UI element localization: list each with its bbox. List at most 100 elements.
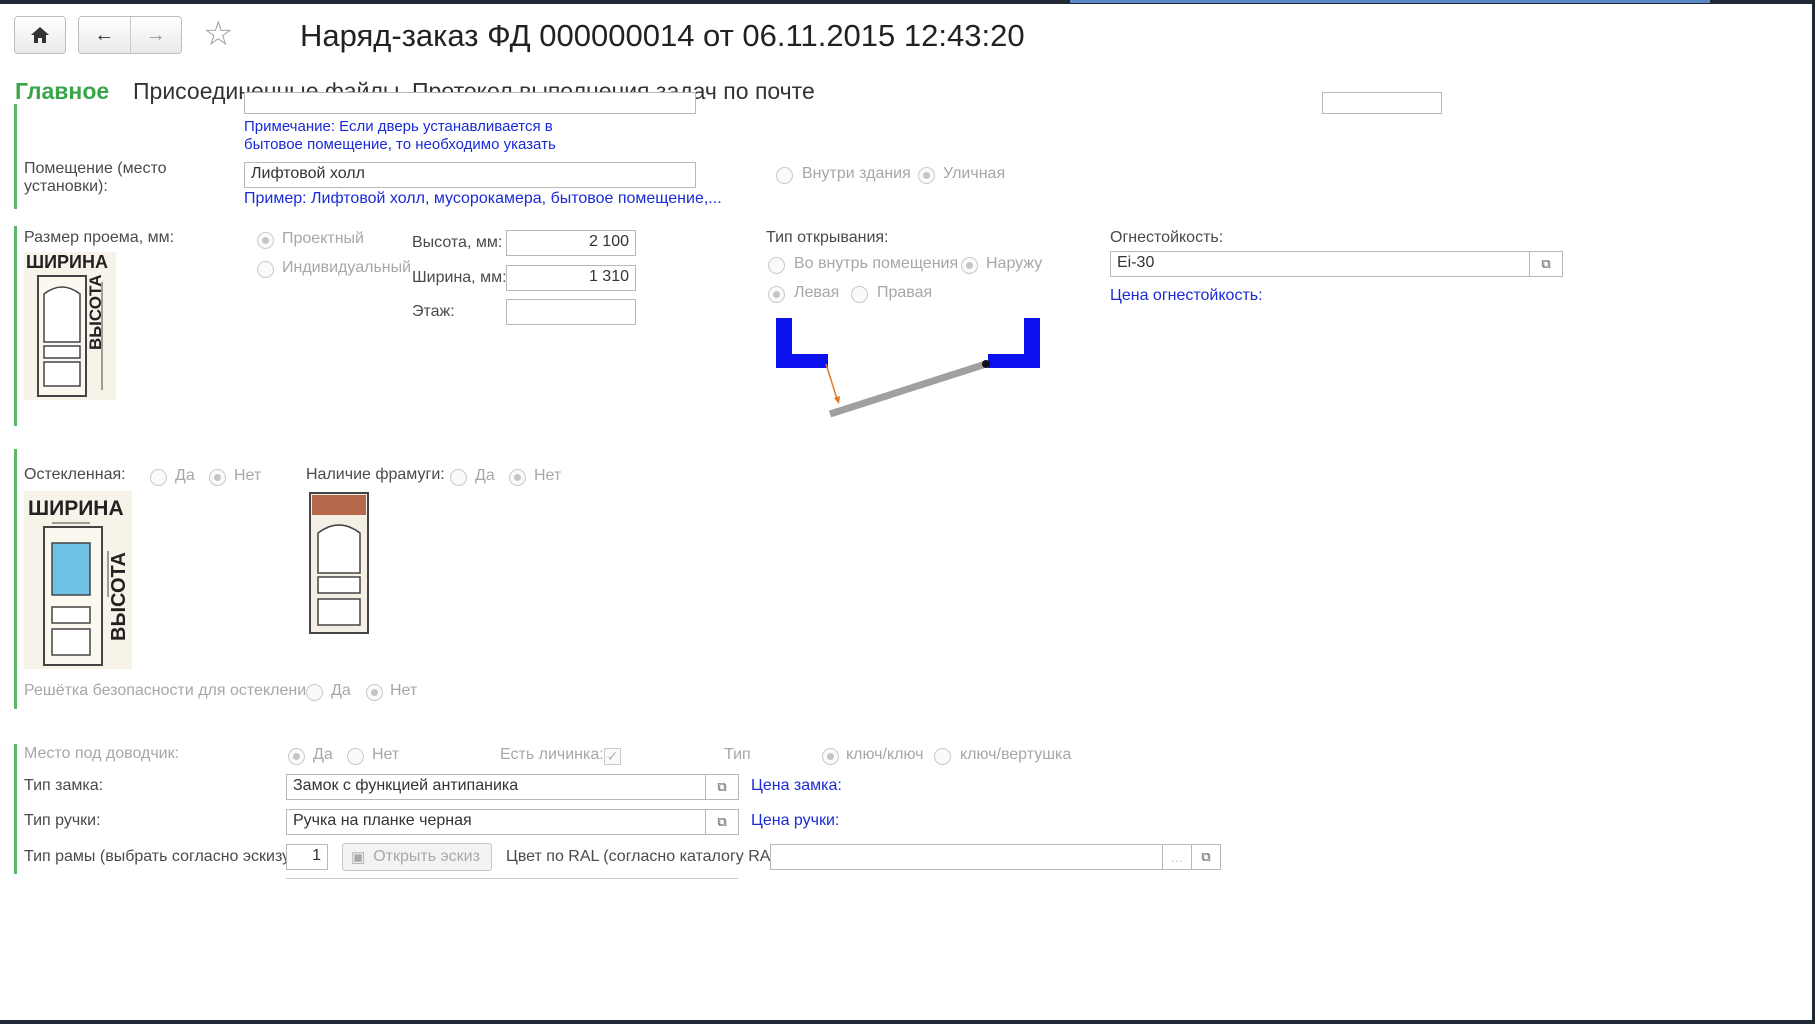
radio-closer-no[interactable]: [347, 748, 364, 765]
tab-main[interactable]: Главное: [15, 78, 109, 105]
section-bar-room: [14, 104, 17, 209]
radio-closer-yes-label: Да: [313, 746, 333, 763]
handle-type-open-button[interactable]: ⧉: [705, 809, 739, 835]
radio-street[interactable]: [918, 167, 935, 184]
radio-inward-label: Во внутрь помещения: [794, 255, 959, 272]
window-accent-line: [1070, 0, 1710, 3]
form-window: ← → ☆ Наряд-заказ ФД 000000014 от 06.11.…: [0, 4, 1812, 1020]
lock-type-open-button[interactable]: ⧉: [705, 774, 739, 800]
radio-right-hand-label: Правая: [877, 284, 933, 301]
ral-color-dropdown-button[interactable]: …: [1162, 844, 1192, 870]
radio-grille-no[interactable]: [366, 684, 383, 701]
radio-left-hand-label: Левая: [794, 284, 840, 301]
opening-size-label: Размер проема, мм:: [24, 229, 175, 246]
lock-type-input[interactable]: Замок с функцией антипаника: [286, 774, 706, 800]
radio-grille-yes[interactable]: [306, 684, 323, 701]
radio-inside-building[interactable]: [776, 167, 793, 184]
handle-price-link[interactable]: Цена ручки:: [751, 812, 839, 830]
opening-sketch-width-label: ШИРИНА: [26, 252, 108, 272]
handle-type-label: Тип ручки:: [24, 812, 101, 829]
radio-outward[interactable]: [961, 257, 978, 274]
open-form-icon: ⧉: [1201, 849, 1211, 864]
radio-design-size-label: Проектный: [282, 230, 364, 247]
radio-glazing-yes-label: Да: [175, 467, 195, 484]
lock-key-type-label: Тип: [724, 746, 751, 763]
favorite-star-icon[interactable]: ☆: [203, 14, 233, 54]
open-form-icon: ⧉: [1541, 256, 1551, 271]
transom-label: Наличие фрамуги:: [306, 466, 445, 483]
radio-key-key-label: ключ/ключ: [846, 746, 924, 763]
room-label-line-1: Помещение (место: [24, 160, 167, 177]
opening-sketch-height-label: ВЫСОТА: [86, 274, 105, 350]
home-icon: [31, 27, 49, 43]
checkmark-icon: ✓: [606, 748, 619, 764]
closer-label: Место под доводчик:: [24, 745, 180, 762]
radio-grille-no-label: Нет: [390, 682, 418, 699]
width-input[interactable]: 1 310: [506, 265, 636, 291]
radio-key-turn-label: ключ/вертушка: [960, 746, 1072, 763]
radio-transom-no[interactable]: [509, 469, 526, 486]
home-button[interactable]: [14, 16, 66, 54]
window-title: Наряд-заказ ФД 000000014 от 06.11.2015 1…: [300, 18, 1025, 53]
ral-color-open-button[interactable]: ⧉: [1191, 844, 1221, 870]
grille-label: Решётка безопасности для остекления:: [24, 682, 320, 699]
radio-glazing-no-label: Нет: [234, 467, 262, 484]
radio-transom-no-label: Нет: [534, 467, 562, 484]
room-hint: Пример: Лифтовой холл, мусорокамера, быт…: [244, 190, 722, 207]
note-line-1: Примечание: Если дверь устанавливается в: [244, 118, 553, 135]
radio-outward-label: Наружу: [986, 255, 1043, 272]
radio-right-hand[interactable]: [851, 286, 868, 303]
glazing-sketch: ШИРИНА ВЫСОТА: [24, 491, 132, 669]
glazing-label: Остекленная:: [24, 466, 126, 483]
radio-individual-size[interactable]: [257, 261, 274, 278]
radio-inside-building-label: Внутри здания: [802, 165, 911, 182]
scrolled-off-field[interactable]: [244, 92, 696, 114]
ellipsis-icon: …: [1170, 849, 1184, 865]
larva-checkbox[interactable]: ✓: [604, 748, 621, 765]
section-bar-hardware: [14, 744, 17, 874]
open-form-icon: ⧉: [717, 779, 727, 794]
radio-glazing-yes[interactable]: [150, 469, 167, 486]
glazing-sketch-height-label: ВЫСОТА: [108, 552, 130, 641]
room-input[interactable]: Лифтовой холл: [244, 162, 696, 188]
height-input[interactable]: 2 100: [506, 230, 636, 256]
radio-transom-yes[interactable]: [450, 469, 467, 486]
radio-grille-yes-label: Да: [331, 682, 351, 699]
ral-color-input[interactable]: [770, 844, 1163, 870]
back-button[interactable]: ←: [79, 17, 131, 53]
radio-street-label: Уличная: [943, 165, 1006, 182]
larva-label: Есть личинка:: [500, 746, 604, 763]
partial-next-field-border: [286, 878, 738, 879]
scrolled-off-field-right[interactable]: [1322, 92, 1442, 114]
room-label-line-2: установки):: [24, 178, 108, 195]
section-bar-opening: [14, 226, 17, 426]
ral-color-label: Цвет по RAL (согласно каталогу RAl):: [506, 848, 784, 865]
arrow-right-icon: →: [145, 23, 166, 46]
height-label: Высота, мм:: [412, 234, 503, 251]
transom-door-sketch-icon: [309, 492, 369, 634]
radio-closer-no-label: Нет: [372, 746, 400, 763]
frame-type-label: Тип рамы (выбрать согласно эскизу):: [24, 848, 300, 865]
fire-resistance-input[interactable]: Ei-30: [1110, 251, 1530, 277]
radio-closer-yes[interactable]: [288, 748, 305, 765]
fire-resistance-open-button[interactable]: ⧉: [1529, 251, 1563, 277]
radio-inward[interactable]: [768, 257, 785, 274]
radio-glazing-no[interactable]: [209, 469, 226, 486]
section-bar-glazing: [14, 449, 17, 709]
forward-button[interactable]: →: [131, 17, 182, 53]
fire-price-link[interactable]: Цена огнестойкость:: [1110, 287, 1263, 305]
lock-price-link[interactable]: Цена замка:: [751, 777, 842, 795]
radio-left-hand[interactable]: [768, 286, 785, 303]
floor-input[interactable]: [506, 299, 636, 325]
open-sketch-button[interactable]: ▣ Открыть эскиз: [342, 843, 492, 871]
open-type-label: Тип открывания:: [766, 229, 889, 246]
frame-type-input[interactable]: 1: [286, 844, 328, 870]
floor-label: Этаж:: [412, 303, 455, 320]
radio-key-key[interactable]: [822, 748, 839, 765]
handle-type-input[interactable]: Ручка на планке черная: [286, 809, 706, 835]
radio-key-turn[interactable]: [934, 748, 951, 765]
glazing-sketch-width-label: ШИРИНА: [28, 497, 124, 520]
door-opening-diagram: [776, 318, 1040, 418]
radio-design-size[interactable]: [257, 232, 274, 249]
history-nav-group: ← →: [78, 16, 182, 54]
